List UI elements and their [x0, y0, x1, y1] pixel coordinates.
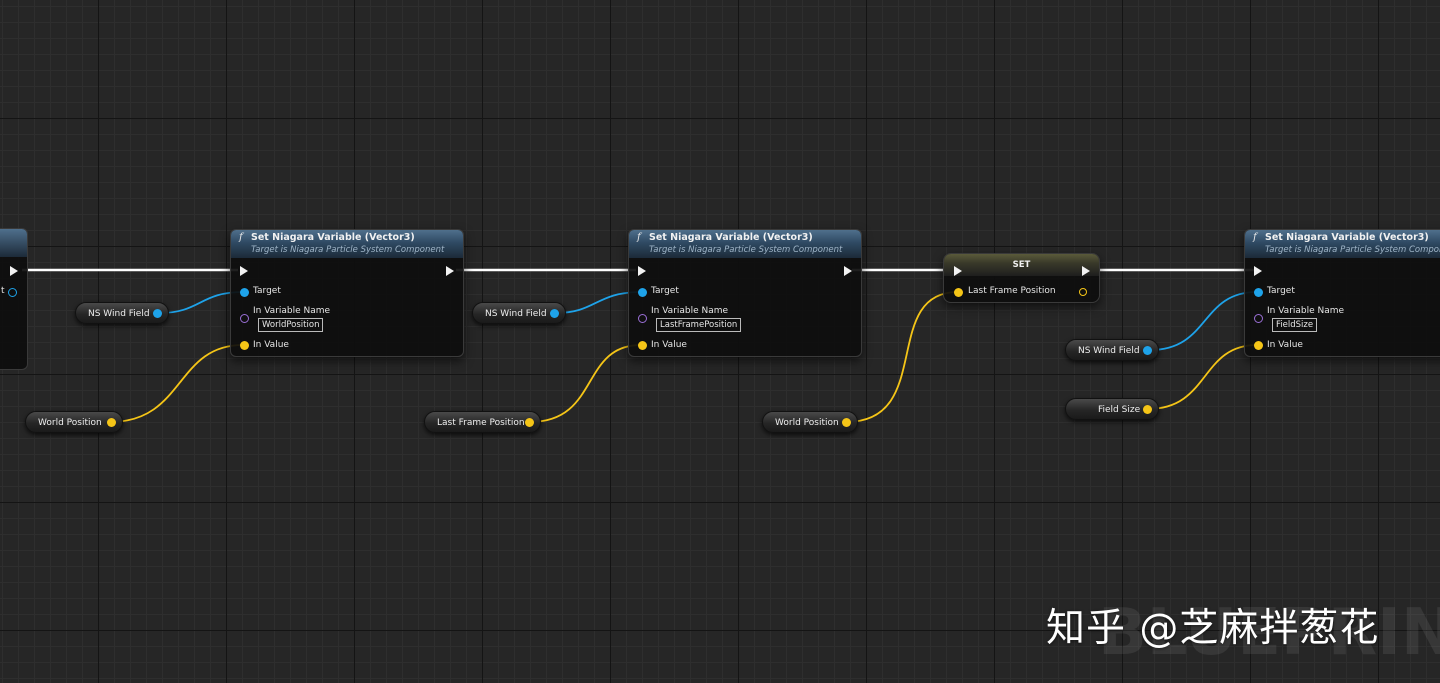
variable-node-last-frame-position[interactable]: Last Frame Position: [424, 411, 541, 433]
exec-out-pin[interactable]: [446, 266, 454, 276]
variable-node-field-size[interactable]: Field Size: [1065, 398, 1159, 420]
variable-label: NS Wind Field: [88, 309, 150, 319]
vector-wire: [109, 344, 244, 423]
variable-label: World Position: [38, 418, 102, 428]
variable-output-pin[interactable]: [1143, 405, 1152, 414]
set-variable-node[interactable]: SET Last Frame Position: [943, 253, 1100, 303]
variable-label: Field Size: [1098, 405, 1141, 415]
exec-in-pin[interactable]: [638, 266, 646, 276]
node-title: Set Niagara Variable (Vector3): [251, 232, 415, 243]
function-icon: f: [637, 232, 641, 243]
target-pin[interactable]: [240, 288, 249, 297]
exec-in-pin[interactable]: [240, 266, 248, 276]
value-pin[interactable]: [240, 341, 249, 350]
value-pin[interactable]: [1254, 341, 1263, 350]
variable-name-label: In Variable Name: [1267, 306, 1345, 316]
target-label: Target: [651, 286, 679, 296]
vector-wire: [1147, 344, 1258, 410]
node-header: f Set Niagara Variable (Vector3) Target …: [629, 230, 861, 258]
variable-name-pin[interactable]: [240, 314, 249, 323]
variable-name-label: In Variable Name: [651, 306, 729, 316]
target-pin[interactable]: [1254, 288, 1263, 297]
set-niagara-variable-node[interactable]: f Set Niagara Variable (Vector3) Target …: [230, 229, 464, 357]
variable-output-pin[interactable]: [107, 418, 116, 427]
set-pin-label: Last Frame Position: [968, 286, 1056, 296]
variable-label: World Position: [775, 418, 839, 428]
target-label: Target: [1267, 286, 1295, 296]
node-header: [0, 229, 27, 257]
exec-out-pin[interactable]: [10, 266, 18, 276]
value-label: In Value: [253, 340, 289, 350]
variable-output-pin[interactable]: [550, 309, 559, 318]
value-label: In Value: [1267, 340, 1303, 350]
variable-name-pin[interactable]: [1254, 314, 1263, 323]
target-label: Target: [253, 286, 281, 296]
variable-output-pin[interactable]: [842, 418, 851, 427]
node-subtitle: Target is Niagara Particle System Compon…: [649, 245, 843, 255]
variable-node-ns-wind-field[interactable]: NS Wind Field: [1065, 339, 1159, 361]
exec-out-pin[interactable]: [1082, 266, 1090, 276]
set-node-header: SET: [944, 254, 1099, 276]
object-out-pin[interactable]: [8, 288, 17, 297]
node-title: Set Niagara Variable (Vector3): [1265, 232, 1429, 243]
variable-node-ns-wind-field[interactable]: NS Wind Field: [75, 302, 169, 324]
variable-label: NS Wind Field: [1078, 346, 1140, 356]
vector-wire: [845, 291, 959, 423]
value-out-pin[interactable]: [1079, 288, 1087, 296]
node-header: f Set Niagara Variable (Vector3) Target …: [231, 230, 463, 258]
value-in-pin[interactable]: [954, 288, 963, 297]
exec-in-pin[interactable]: [954, 266, 962, 276]
exec-out-pin[interactable]: [844, 266, 852, 276]
function-icon: f: [1253, 232, 1257, 243]
output-pin-label: t: [1, 286, 5, 296]
node-title: Set Niagara Variable (Vector3): [649, 232, 813, 243]
exec-in-pin[interactable]: [1254, 266, 1262, 276]
node-subtitle: Target is Niagara Particle System Compon…: [1265, 245, 1440, 255]
variable-label: NS Wind Field: [485, 309, 547, 319]
variable-node-ns-wind-field[interactable]: NS Wind Field: [472, 302, 566, 324]
set-niagara-variable-node[interactable]: f Set Niagara Variable (Vector3) Target …: [628, 229, 862, 357]
author-watermark: 知乎 @芝麻拌葱花: [1046, 606, 1380, 651]
node-subtitle: Target is Niagara Particle System Compon…: [251, 245, 445, 255]
offscreen-node[interactable]: t: [0, 228, 28, 370]
node-header: f Set Niagara Variable (Vector3) Target …: [1245, 230, 1440, 258]
set-niagara-variable-node[interactable]: f Set Niagara Variable (Vector3) Target …: [1244, 229, 1440, 357]
variable-name-pin[interactable]: [638, 314, 647, 323]
vector-wire: [529, 344, 642, 423]
variable-name-input[interactable]: LastFramePosition: [656, 318, 742, 332]
variable-output-pin[interactable]: [1143, 346, 1152, 355]
value-pin[interactable]: [638, 341, 647, 350]
object-wire: [1149, 291, 1258, 351]
variable-name-input[interactable]: FieldSize: [1272, 318, 1318, 332]
variable-label: Last Frame Position: [437, 418, 525, 428]
value-label: In Value: [651, 340, 687, 350]
variable-name-input[interactable]: WorldPosition: [258, 318, 324, 332]
variable-output-pin[interactable]: [525, 418, 534, 427]
variable-output-pin[interactable]: [153, 309, 162, 318]
function-icon: f: [239, 232, 243, 243]
variable-name-label: In Variable Name: [253, 306, 331, 316]
variable-node-world-position[interactable]: World Position: [25, 411, 123, 433]
variable-node-world-position[interactable]: World Position: [762, 411, 858, 433]
target-pin[interactable]: [638, 288, 647, 297]
